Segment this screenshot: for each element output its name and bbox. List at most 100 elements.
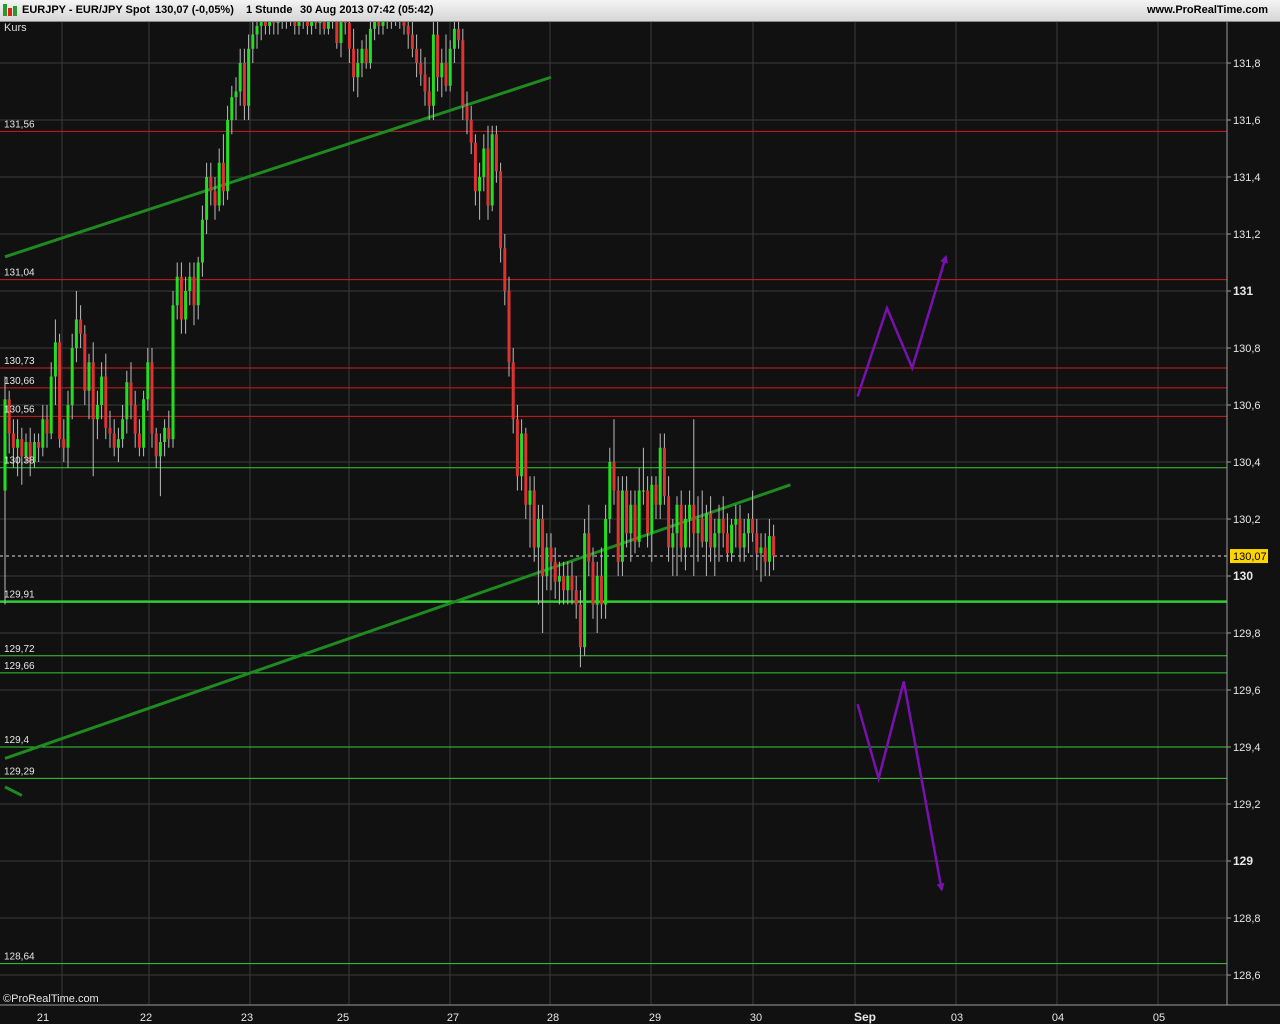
candle-body bbox=[247, 48, 251, 106]
website-link[interactable]: www.ProRealTime.com bbox=[1147, 4, 1268, 16]
candle-body bbox=[591, 561, 595, 605]
candle-body bbox=[763, 547, 767, 562]
candle-body bbox=[87, 362, 91, 391]
support-level-label: 129,72 bbox=[4, 644, 35, 655]
candle-body bbox=[683, 519, 687, 548]
candle-body bbox=[503, 248, 507, 291]
candle-body bbox=[713, 533, 717, 548]
candle-body bbox=[629, 504, 633, 534]
candle-body bbox=[368, 28, 372, 63]
y-tick-label: 129,8 bbox=[1233, 628, 1261, 640]
panel-label: Kurs bbox=[4, 22, 27, 34]
candle-body bbox=[62, 439, 66, 448]
candle-body bbox=[415, 48, 419, 63]
candle-body bbox=[196, 262, 200, 306]
candle-body bbox=[616, 490, 620, 562]
candle-body bbox=[360, 48, 364, 63]
candle-body bbox=[146, 362, 150, 400]
candle-body bbox=[742, 533, 746, 548]
candle-body bbox=[646, 490, 650, 534]
timeframe-label: 1 Stunde bbox=[246, 4, 293, 16]
candle-body bbox=[205, 177, 209, 220]
candle-body bbox=[226, 120, 230, 192]
bull-candle bbox=[490, 125, 494, 212]
candle-body bbox=[515, 419, 519, 477]
candle-body bbox=[696, 519, 700, 534]
x-tick-label: 23 bbox=[241, 1012, 253, 1024]
candle-body bbox=[95, 405, 99, 420]
candle-body bbox=[100, 376, 104, 405]
candle-body bbox=[452, 28, 456, 49]
candle-body bbox=[688, 504, 692, 519]
y-tick-label: 129,2 bbox=[1233, 799, 1261, 811]
candle-body bbox=[444, 63, 448, 86]
candle-body bbox=[440, 63, 444, 78]
candle-body bbox=[16, 439, 20, 448]
x-tick-label: 04 bbox=[1052, 1012, 1064, 1024]
bull-candle bbox=[620, 476, 624, 576]
timestamp: 30 Aug 2013 07:42 (05:42) bbox=[300, 4, 434, 16]
y-tick-label: 129,4 bbox=[1233, 742, 1261, 754]
candle-body bbox=[587, 533, 591, 562]
y-tick-label: 130 bbox=[1233, 569, 1253, 583]
candle-body bbox=[125, 382, 129, 420]
candle-body bbox=[70, 348, 74, 405]
candle-body bbox=[658, 447, 662, 505]
candle-body bbox=[662, 447, 666, 497]
resistance-level-label: 130,73 bbox=[4, 356, 35, 367]
candle-body bbox=[137, 433, 141, 448]
candle-body bbox=[473, 142, 477, 192]
support-level-label: 129,91 bbox=[4, 590, 35, 601]
candle-body bbox=[499, 171, 503, 249]
support-level-label: 129,29 bbox=[4, 766, 35, 777]
candle-body bbox=[461, 40, 465, 106]
candle-body bbox=[431, 34, 435, 106]
candle-body bbox=[650, 484, 654, 534]
y-tick-label: 130,2 bbox=[1233, 514, 1261, 526]
bear-candle bbox=[58, 333, 62, 448]
candle-body bbox=[49, 376, 53, 434]
candle-body bbox=[121, 419, 125, 440]
candle-body bbox=[486, 148, 490, 206]
candle-body bbox=[238, 63, 242, 92]
candle-body bbox=[104, 376, 108, 428]
candle-body bbox=[671, 533, 675, 548]
current-price-label: 130,07 bbox=[1233, 551, 1267, 563]
copyright-notice: ©ProRealTime.com bbox=[3, 993, 99, 1005]
candle-body bbox=[154, 433, 158, 457]
candle-body bbox=[133, 405, 137, 434]
candle-body bbox=[725, 533, 729, 554]
candle-body bbox=[175, 276, 179, 306]
candle-body bbox=[11, 433, 15, 448]
candle-body bbox=[717, 519, 721, 534]
x-axis-panel bbox=[0, 1005, 1280, 1024]
resistance-level-label: 130,56 bbox=[4, 404, 35, 415]
candle-body bbox=[171, 305, 175, 440]
x-tick-label: 29 bbox=[649, 1012, 661, 1024]
candle-body bbox=[746, 519, 750, 534]
candle-body bbox=[79, 319, 83, 334]
candle-body bbox=[755, 533, 759, 554]
candle-body bbox=[625, 490, 629, 534]
candle-body bbox=[66, 405, 70, 448]
candle-body bbox=[163, 427, 167, 443]
candle-body bbox=[179, 276, 183, 320]
candle-body bbox=[192, 276, 196, 306]
y-tick-label: 130,4 bbox=[1233, 457, 1261, 469]
candle-body bbox=[116, 439, 120, 448]
candle-body bbox=[532, 490, 536, 548]
candle-body bbox=[595, 576, 599, 605]
candle-body bbox=[507, 291, 511, 363]
candle-body bbox=[637, 490, 641, 542]
candle-body bbox=[200, 219, 204, 263]
support-level-label: 128,64 bbox=[4, 952, 35, 963]
bear-candle bbox=[507, 276, 511, 377]
candle-body bbox=[772, 536, 776, 557]
candle-body bbox=[448, 48, 452, 86]
candle-body bbox=[604, 519, 608, 605]
candle-body bbox=[570, 576, 574, 591]
candle-body bbox=[478, 177, 482, 192]
candle-body bbox=[704, 513, 708, 542]
candle-body bbox=[528, 490, 532, 505]
candle-body bbox=[150, 362, 154, 434]
